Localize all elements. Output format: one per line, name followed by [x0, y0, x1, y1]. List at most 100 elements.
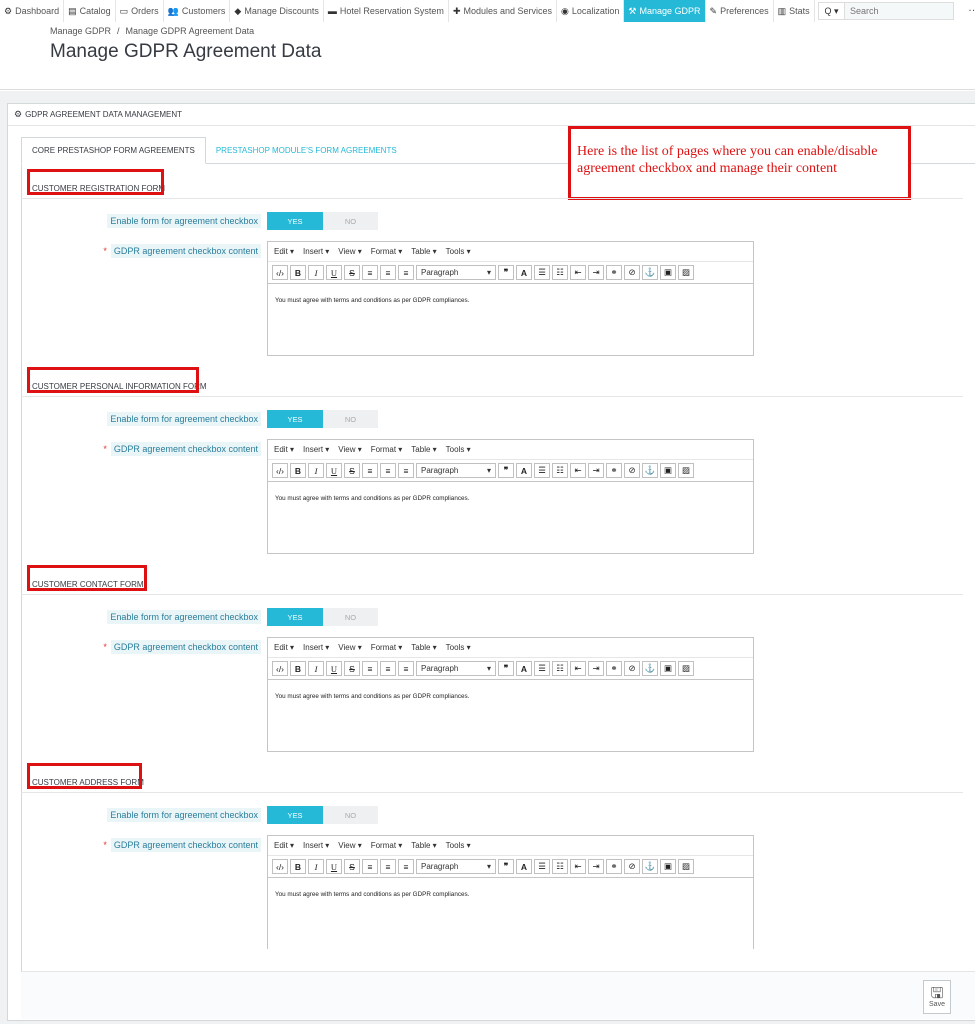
menu-edit[interactable]: Edit ▾	[274, 247, 294, 256]
media-icon[interactable]: ▣	[660, 265, 676, 280]
bold-icon[interactable]: B	[290, 661, 306, 676]
nav-dashboard[interactable]: ⚙ Dashboard	[0, 0, 65, 22]
save-button[interactable]: 🖫 Save	[923, 980, 951, 1014]
menu-table[interactable]: Table ▾	[411, 841, 436, 850]
rich-text-editor[interactable]: Edit ▾ Insert ▾ View ▾ Format ▾ Table ▾ Tools…	[267, 835, 754, 949]
italic-icon[interactable]: I	[308, 463, 324, 478]
underline-icon[interactable]: U	[326, 463, 342, 478]
nav-manage-gdpr[interactable]: ⚒ Manage GDPR	[624, 0, 706, 22]
menu-table[interactable]: Table ▾	[411, 643, 436, 652]
image-icon[interactable]: ▨	[678, 463, 694, 478]
toggle-no[interactable]: NO	[323, 608, 378, 626]
align-right-icon[interactable]: ≡	[398, 859, 414, 874]
menu-format[interactable]: Format ▾	[371, 247, 403, 256]
italic-icon[interactable]: I	[308, 859, 324, 874]
align-left-icon[interactable]: ≡	[362, 859, 378, 874]
source-code-icon[interactable]: ‹/›	[272, 661, 288, 676]
unlink-icon[interactable]: ⊘	[624, 859, 640, 874]
italic-icon[interactable]: I	[308, 661, 324, 676]
align-left-icon[interactable]: ≡	[362, 661, 378, 676]
media-icon[interactable]: ▣	[660, 463, 676, 478]
enable-toggle[interactable]: YES NO	[267, 410, 378, 428]
bold-icon[interactable]: B	[290, 265, 306, 280]
toggle-yes[interactable]: YES	[267, 410, 323, 428]
media-icon[interactable]: ▣	[660, 859, 676, 874]
paragraph-select[interactable]: Paragraph ▾	[416, 265, 496, 280]
outdent-icon[interactable]: ⇤	[570, 265, 586, 280]
unlink-icon[interactable]: ⊘	[624, 661, 640, 676]
toggle-no[interactable]: NO	[323, 212, 378, 230]
menu-tools[interactable]: Tools ▾	[446, 247, 471, 256]
menu-format[interactable]: Format ▾	[371, 643, 403, 652]
align-center-icon[interactable]: ≡	[380, 265, 396, 280]
underline-icon[interactable]: U	[326, 265, 342, 280]
enable-toggle[interactable]: YES NO	[267, 212, 378, 230]
align-right-icon[interactable]: ≡	[398, 265, 414, 280]
image-icon[interactable]: ▨	[678, 859, 694, 874]
underline-icon[interactable]: U	[326, 859, 342, 874]
enable-toggle[interactable]: YES NO	[267, 608, 378, 626]
menu-table[interactable]: Table ▾	[411, 445, 436, 454]
nav-preferences[interactable]: ✎ Preferences	[706, 0, 774, 22]
nav-customers[interactable]: 👥 Customers	[164, 0, 231, 22]
editor-content[interactable]: You must agree with terms and conditions…	[268, 680, 753, 713]
toggle-yes[interactable]: YES	[267, 806, 323, 824]
menu-tools[interactable]: Tools ▾	[446, 643, 471, 652]
nav-modules[interactable]: ✚ Modules and Services	[449, 0, 558, 22]
align-center-icon[interactable]: ≡	[380, 859, 396, 874]
search-type-button[interactable]: Q ▾	[818, 2, 844, 20]
toggle-no[interactable]: NO	[323, 806, 378, 824]
outdent-icon[interactable]: ⇤	[570, 661, 586, 676]
indent-icon[interactable]: ⇥	[588, 463, 604, 478]
menu-format[interactable]: Format ▾	[371, 445, 403, 454]
tab-core-prestashop[interactable]: CORE PRESTASHOP FORM AGREEMENTS	[21, 137, 206, 164]
image-icon[interactable]: ▨	[678, 265, 694, 280]
toggle-yes[interactable]: YES	[267, 212, 323, 230]
bold-icon[interactable]: B	[290, 859, 306, 874]
menu-tools[interactable]: Tools ▾	[446, 841, 471, 850]
blockquote-icon[interactable]: ❞	[498, 661, 514, 676]
align-left-icon[interactable]: ≡	[362, 265, 378, 280]
anchor-icon[interactable]: ⚓	[642, 265, 658, 280]
strikethrough-icon[interactable]: S	[344, 661, 360, 676]
bullet-list-icon[interactable]: ☰	[534, 661, 550, 676]
text-color-icon[interactable]: A	[516, 463, 532, 478]
numbered-list-icon[interactable]: ☷	[552, 463, 568, 478]
breadcrumb-parent[interactable]: Manage GDPR	[50, 26, 111, 36]
source-code-icon[interactable]: ‹/›	[272, 265, 288, 280]
link-icon[interactable]: ⚭	[606, 661, 622, 676]
source-code-icon[interactable]: ‹/›	[272, 463, 288, 478]
text-color-icon[interactable]: A	[516, 859, 532, 874]
bullet-list-icon[interactable]: ☰	[534, 265, 550, 280]
menu-insert[interactable]: Insert ▾	[303, 445, 329, 454]
nav-catalog[interactable]: ▤ Catalog	[64, 0, 116, 22]
search-input[interactable]	[844, 2, 954, 20]
align-left-icon[interactable]: ≡	[362, 463, 378, 478]
editor-content[interactable]: You must agree with terms and conditions…	[268, 284, 753, 317]
nav-manage-discounts[interactable]: ◆ Manage Discounts	[230, 0, 324, 22]
editor-content[interactable]: You must agree with terms and conditions…	[268, 878, 753, 911]
anchor-icon[interactable]: ⚓	[642, 859, 658, 874]
menu-view[interactable]: View ▾	[338, 247, 361, 256]
blockquote-icon[interactable]: ❞	[498, 265, 514, 280]
paragraph-select[interactable]: Paragraph ▾	[416, 661, 496, 676]
anchor-icon[interactable]: ⚓	[642, 661, 658, 676]
unlink-icon[interactable]: ⊘	[624, 265, 640, 280]
menu-view[interactable]: View ▾	[338, 643, 361, 652]
menu-insert[interactable]: Insert ▾	[303, 643, 329, 652]
align-right-icon[interactable]: ≡	[398, 463, 414, 478]
strikethrough-icon[interactable]: S	[344, 265, 360, 280]
indent-icon[interactable]: ⇥	[588, 661, 604, 676]
strikethrough-icon[interactable]: S	[344, 859, 360, 874]
media-icon[interactable]: ▣	[660, 661, 676, 676]
bullet-list-icon[interactable]: ☰	[534, 859, 550, 874]
numbered-list-icon[interactable]: ☷	[552, 859, 568, 874]
text-color-icon[interactable]: A	[516, 265, 532, 280]
menu-format[interactable]: Format ▾	[371, 841, 403, 850]
paragraph-select[interactable]: Paragraph ▾	[416, 463, 496, 478]
align-right-icon[interactable]: ≡	[398, 661, 414, 676]
nav-orders[interactable]: ▭ Orders	[116, 0, 164, 22]
align-center-icon[interactable]: ≡	[380, 463, 396, 478]
editor-content[interactable]: You must agree with terms and conditions…	[268, 482, 753, 515]
source-code-icon[interactable]: ‹/›	[272, 859, 288, 874]
